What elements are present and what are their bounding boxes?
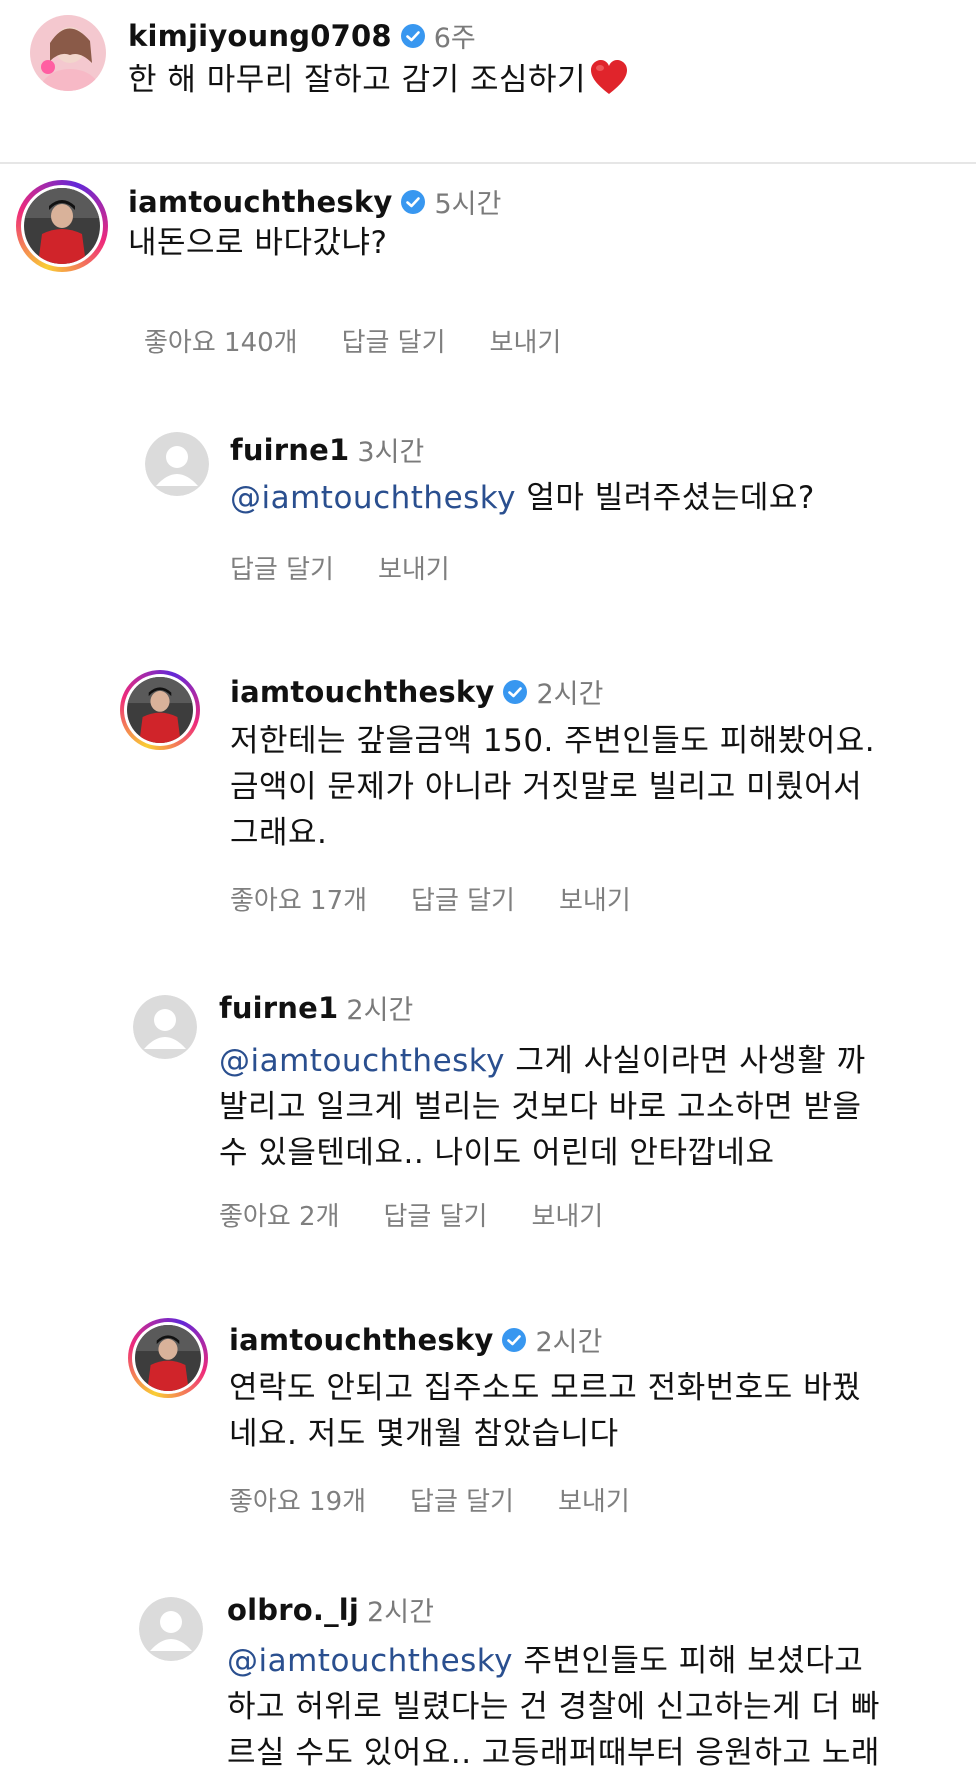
comment-5-avatar[interactable]	[135, 1325, 201, 1391]
verified-badge-icon	[400, 189, 426, 215]
comment-4-text-line-2: 발리고 일크게 벌리는 것보다 바로 고소하면 받을	[219, 1089, 862, 1125]
caption-divider	[0, 162, 976, 164]
comment-5-text-line-1: 연락도 안되고 집주소도 모르고 전화번호도 바꿨	[229, 1370, 862, 1406]
comment-4-default-avatar[interactable]	[133, 995, 197, 1059]
comment-5-text-line-2: 네요. 저도 몇개월 참았습니다	[229, 1416, 619, 1452]
comment-2-username[interactable]: fuirne1	[230, 433, 349, 467]
post-time: 6주	[433, 23, 476, 54]
comment-6-text-line-2: 하고 허위로 빌렸다는 건 경찰에 신고하는게 더 빠	[227, 1689, 880, 1725]
comment-1-text: 내돈으로 바다갔냐?	[128, 225, 388, 261]
verified-badge-icon	[400, 23, 426, 49]
comment-5-like-count[interactable]: 좋아요 19개	[229, 1487, 366, 1517]
comment-6-mention-link[interactable]: @iamtouchthesky	[227, 1643, 513, 1679]
comment-2-mention-link[interactable]: @iamtouchthesky	[230, 480, 516, 516]
comment-4-text-line-3: 수 있을텐데요.. 나이도 어린데 안타깝네요	[219, 1135, 775, 1171]
comment-3-username[interactable]: iamtouchthesky	[230, 675, 494, 709]
comment-1-send-button[interactable]: 보내기	[490, 328, 562, 358]
comment-4-mention-link[interactable]: @iamtouchthesky	[219, 1043, 505, 1079]
comment-4-like-count[interactable]: 좋아요 2개	[219, 1202, 340, 1232]
comment-3-like-count[interactable]: 좋아요 17개	[230, 886, 367, 916]
comment-6-username[interactable]: olbro._lj	[227, 1593, 359, 1627]
comment-5-username[interactable]: iamtouchthesky	[229, 1323, 493, 1357]
verified-badge-icon	[501, 1327, 527, 1353]
post-author-avatar[interactable]	[30, 15, 106, 91]
comment-2-reply-button[interactable]: 답글 달기	[230, 555, 334, 585]
comment-3-avatar[interactable]	[127, 677, 193, 743]
comment-6-time: 2시간	[367, 1597, 434, 1628]
comment-2-time: 3시간	[357, 437, 425, 468]
comment-4-send-button[interactable]: 보내기	[531, 1202, 603, 1232]
post-username[interactable]: kimjiyoung0708	[128, 19, 392, 53]
comment-6-default-avatar[interactable]	[139, 1597, 203, 1661]
comment-1-username[interactable]: iamtouchthesky	[128, 185, 392, 219]
comment-3-reply-button[interactable]: 답글 달기	[411, 886, 515, 916]
comment-3-text-line-1: 저한테는 갚을금액 150. 주변인들도 피해봤어요.	[230, 723, 876, 759]
comment-5-reply-button[interactable]: 답글 달기	[410, 1487, 514, 1517]
comment-3-send-button[interactable]: 보내기	[559, 886, 631, 916]
heart-icon	[590, 60, 628, 109]
verified-badge-icon	[502, 679, 528, 705]
comment-5-time: 2시간	[535, 1327, 603, 1358]
comment-3-text-line-2: 금액이 문제가 아니라 거짓말로 빌리고 미뤘어서	[230, 769, 863, 805]
comment-2-send-button[interactable]: 보내기	[378, 555, 450, 585]
comment-4-username[interactable]: fuirne1	[219, 991, 338, 1025]
comment-1-avatar[interactable]	[24, 188, 100, 264]
comment-4-time: 2시간	[346, 995, 414, 1026]
comment-4-text-line-1: 그게 사실이라면 사생활 까	[505, 1043, 866, 1079]
comment-2-default-avatar[interactable]	[145, 432, 209, 496]
comment-1-time: 5시간	[434, 189, 502, 220]
comment-3-time: 2시간	[536, 679, 604, 710]
comment-3-text-line-3: 그래요.	[230, 815, 328, 851]
comment-1-like-count[interactable]: 좋아요 140개	[144, 328, 298, 358]
comment-5-send-button[interactable]: 보내기	[558, 1487, 630, 1517]
comments-screen: kimjiyoung0708 6주 한 해 마무리 잘하고 감기 조심하기 ia…	[0, 0, 976, 1775]
post-caption: 한 해 마무리 잘하고 감기 조심하기	[128, 62, 587, 98]
comment-4-reply-button[interactable]: 답글 달기	[384, 1202, 488, 1232]
comment-6-text-line-3: 르실 수도 있어요.. 고등래퍼때부터 응원하고 노래	[227, 1735, 880, 1771]
comment-6-text-line-1: 주변인들도 피해 보셨다고	[513, 1643, 864, 1679]
comment-1-reply-button[interactable]: 답글 달기	[342, 328, 446, 358]
comment-2-text: 얼마 빌려주셨는데요?	[516, 480, 815, 516]
